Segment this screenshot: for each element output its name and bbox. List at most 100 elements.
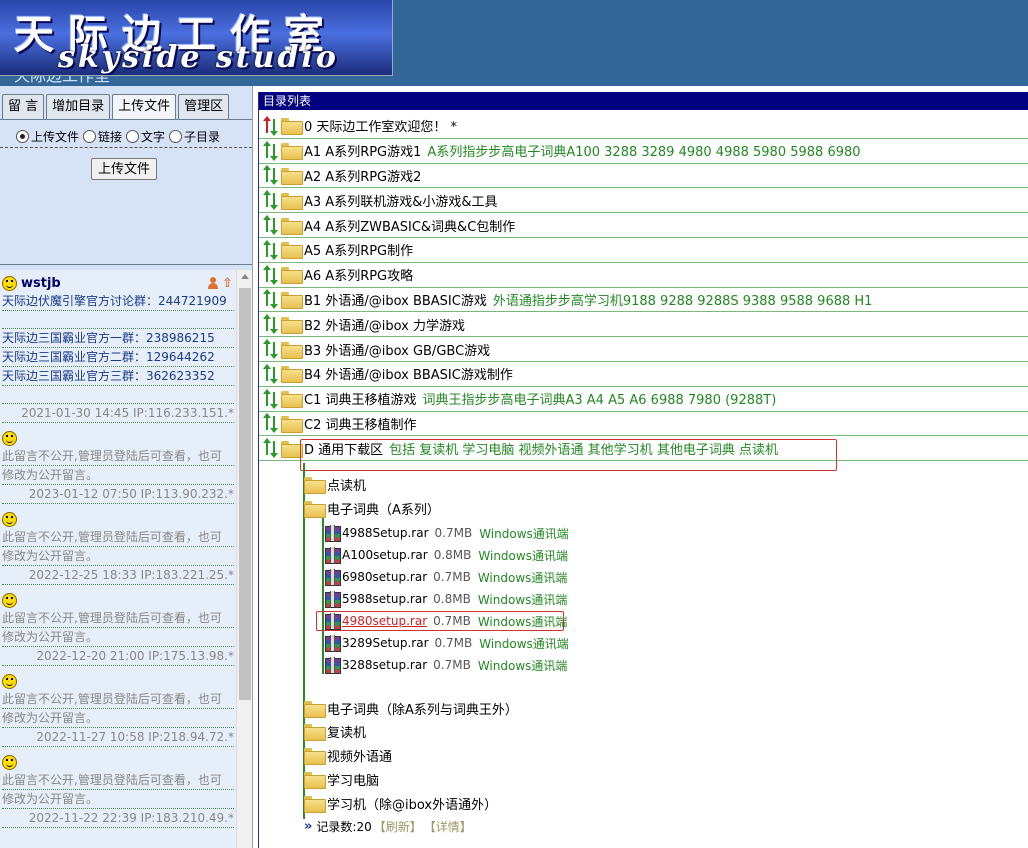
guestbook-scrollbar[interactable]	[236, 270, 252, 848]
directory-row[interactable]: C1 词典王移植游戏 词典王指步步高电子词典A3 A4 A5 A6 6988 79…	[259, 387, 1028, 412]
directory-row[interactable]: A1 A系列RPG游戏1 A系列指步步高电子词典A100 3288 3289 49…	[259, 139, 1028, 164]
folder-icon	[281, 242, 303, 260]
directory-row[interactable]: A4 A系列ZWBASIC&词典&C包制作	[259, 213, 1028, 238]
sort-arrows-icon[interactable]	[263, 314, 281, 335]
directory-label[interactable]: A2 A系列RPG游戏2	[304, 166, 421, 185]
directory-label[interactable]: C2 词典王移植制作	[304, 414, 416, 433]
radio-unchecked-icon[interactable]	[83, 130, 97, 143]
directory-row[interactable]: A3 A系列联机游戏&小游戏&工具	[259, 188, 1028, 214]
directory-description: 外语通指步步高学习机9188 9288 9288S 9388 9588 9688…	[492, 293, 873, 309]
detail-link[interactable]: 【详情】	[424, 818, 472, 835]
sort-arrows-icon[interactable]	[263, 363, 281, 384]
tab-guestbook[interactable]: 留 言	[2, 94, 45, 120]
smiley-icon	[2, 275, 17, 291]
sort-arrows-icon[interactable]	[263, 339, 281, 360]
directory-row[interactable]: A2 A系列RPG游戏2	[259, 164, 1028, 189]
subfolder-label: 学习机（除@ibox外语通外）	[327, 797, 498, 813]
sort-arrows-icon[interactable]	[263, 140, 281, 161]
directory-label[interactable]: A1 A系列RPG游戏1	[304, 141, 421, 160]
left-panel: 留 言 增加目录 上传文件 管理区 上传文件 链接 文字 子目录 上传文件 ws…	[0, 86, 253, 848]
sort-arrows-icon[interactable]	[263, 239, 281, 260]
directory-row[interactable]: C2 词典王移植制作	[259, 412, 1028, 437]
radio-upload-file[interactable]: 上传文件	[16, 128, 79, 145]
file-item[interactable]: 3289Setup.rar 0.7MB Windows通讯端	[324, 632, 569, 654]
folder-icon	[304, 700, 326, 718]
subfolder-item[interactable]: 点读机	[304, 472, 366, 496]
to-top-icon[interactable]: ⇧	[222, 277, 234, 290]
directory-label[interactable]: B3 外语通/@ibox GB/GBC游戏	[304, 340, 490, 359]
sort-arrows-icon[interactable]	[263, 165, 281, 186]
subfolder-item[interactable]: 学习电脑	[304, 767, 379, 791]
directory-label[interactable]: A3 A系列联机游戏&小游戏&工具	[304, 191, 497, 210]
directory-label[interactable]: B4 外语通/@ibox BBASIC游戏制作	[304, 364, 513, 383]
rar-archive-icon	[324, 635, 341, 652]
radio-unchecked-icon[interactable]	[169, 130, 183, 143]
rar-archive-icon	[324, 569, 341, 586]
directory-label[interactable]: A4 A系列ZWBASIC&词典&C包制作	[304, 216, 515, 235]
file-name[interactable]: 3288setup.rar	[342, 658, 427, 672]
subfolder-item[interactable]: 复读机	[304, 720, 366, 744]
file-name[interactable]: 4988Setup.rar	[342, 526, 429, 540]
file-item[interactable]: 5988setup.rar 0.8MB Windows通讯端	[324, 588, 567, 610]
sort-arrows-icon[interactable]	[263, 388, 281, 409]
file-size: 0.8MB	[433, 548, 472, 562]
file-name[interactable]: 5988setup.rar	[342, 592, 427, 606]
sort-arrows-icon[interactable]	[263, 438, 281, 459]
tab-upload-file[interactable]: 上传文件	[112, 94, 177, 120]
directory-row[interactable]: A5 A系列RPG制作	[259, 238, 1028, 263]
radio-unchecked-icon[interactable]	[126, 130, 140, 143]
radio-subdirectory[interactable]: 子目录	[169, 128, 220, 145]
file-item[interactable]: A100setup.rar 0.8MB Windows通讯端	[324, 544, 568, 566]
sort-arrows-icon[interactable]	[263, 115, 281, 136]
directory-label[interactable]: A6 A系列RPG攻略	[304, 265, 413, 284]
directory-label[interactable]: A5 A系列RPG制作	[304, 240, 413, 259]
directory-label[interactable]: C1 词典王移植游戏	[304, 389, 416, 408]
radio-checked-icon[interactable]	[16, 130, 29, 143]
directory-label[interactable]: 0 天际边工作室欢迎您！ *	[304, 116, 457, 135]
file-name[interactable]: 6980setup.rar	[342, 570, 427, 584]
radio-link[interactable]: 链接	[83, 128, 122, 145]
directory-row[interactable]: B4 外语通/@ibox BBASIC游戏制作	[259, 362, 1028, 387]
directory-row[interactable]: B2 外语通/@ibox 力学游戏	[259, 312, 1028, 338]
file-name[interactable]: 3289Setup.rar	[342, 636, 429, 650]
folder-icon	[281, 143, 303, 161]
subfolder-item[interactable]: 电子词典（除A系列与词典王外）	[304, 696, 518, 720]
radio-text[interactable]: 文字	[126, 128, 165, 145]
sort-arrows-icon[interactable]	[263, 264, 281, 285]
file-name[interactable]: A100setup.rar	[342, 548, 428, 562]
file-item[interactable]: 6980setup.rar 0.7MB Windows通讯端	[324, 566, 567, 588]
scroll-up-arrow-icon[interactable]	[241, 274, 249, 279]
file-tag: Windows通讯端	[479, 526, 569, 541]
smiley-icon	[2, 511, 17, 527]
subfolder-label: 电子词典（A系列）	[327, 502, 440, 518]
file-tag: Windows通讯端	[479, 636, 569, 651]
subfolder-label: 视频外语通	[327, 750, 393, 766]
directory-row[interactable]: A6 A系列RPG攻略	[259, 263, 1028, 288]
message-line: 修改为公开留言。	[2, 547, 234, 566]
subfolder-item[interactable]: 视频外语通	[304, 744, 392, 768]
guestbook-message: 此留言不公开,管理员登陆后可查看，也可 修改为公开留言。 2022-12-20 …	[2, 591, 234, 666]
sort-arrows-icon[interactable]	[263, 289, 281, 310]
scroll-thumb[interactable]	[239, 288, 251, 700]
sort-arrows-icon[interactable]	[263, 215, 281, 236]
site-logo[interactable]: 天际边工作室 skyside studio	[0, 0, 393, 76]
file-item[interactable]: 4988Setup.rar 0.7MB Windows通讯端	[324, 522, 569, 544]
subfolder-item[interactable]: 电子词典（A系列）	[304, 496, 440, 520]
tab-add-directory[interactable]: 增加目录	[46, 94, 111, 120]
sort-arrows-icon[interactable]	[263, 190, 281, 211]
folder-icon	[281, 366, 303, 384]
directory-row[interactable]: B1 外语通/@ibox BBASIC游戏 外语通指步步高学习机9188 9288…	[259, 288, 1028, 313]
user-icon[interactable]	[208, 276, 218, 289]
directory-row[interactable]: B3 外语通/@ibox GB/GBC游戏	[259, 337, 1028, 362]
double-chevron-icon: »	[304, 818, 313, 834]
refresh-link[interactable]: 【刷新】	[374, 818, 422, 835]
upload-panel: 上传文件 链接 文字 子目录 上传文件	[0, 119, 252, 265]
file-item[interactable]: 3288setup.rar 0.7MB Windows通讯端	[324, 654, 567, 676]
directory-label[interactable]: B2 外语通/@ibox 力学游戏	[304, 315, 465, 334]
sort-arrows-icon[interactable]	[263, 413, 281, 434]
tab-admin[interactable]: 管理区	[178, 94, 230, 120]
directory-row[interactable]: 0 天际边工作室欢迎您！ *	[259, 114, 1028, 139]
directory-label[interactable]: B1 外语通/@ibox BBASIC游戏	[304, 290, 487, 309]
upload-file-button[interactable]: 上传文件	[91, 158, 158, 180]
subfolder-item[interactable]: 学习机（除@ibox外语通外）	[304, 791, 497, 815]
